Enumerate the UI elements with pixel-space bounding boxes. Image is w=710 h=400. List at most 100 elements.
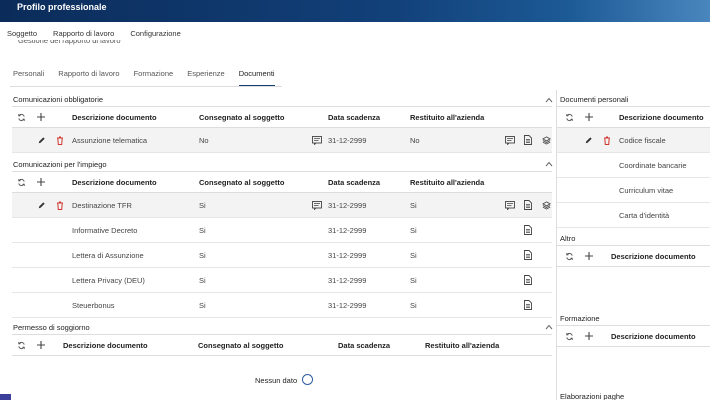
cell-consegnato: Si <box>199 276 206 285</box>
cell-consegnato: Si <box>199 201 206 210</box>
col-scadenza: Data scadenza <box>328 113 381 122</box>
table-row[interactable]: Lettera di Assunzione Si 31-12-2999 Si <box>12 243 552 268</box>
cell-descrizione: Lettera Privacy (DEU) <box>72 276 145 285</box>
cell-consegnato: Si <box>199 251 206 260</box>
table-row[interactable]: Lettera Privacy (DEU) Si 31-12-2999 Si <box>12 268 552 293</box>
collapse-obbligatorie-icon[interactable] <box>545 96 553 104</box>
list-item[interactable]: Carta d'identità <box>557 203 710 228</box>
section-title-soggiorno: Permesso di soggiorno <box>13 323 90 332</box>
cell-scadenza: 31-12-2999 <box>328 301 367 310</box>
cell-descrizione: Informative Decreto <box>72 226 138 235</box>
refresh-icon[interactable] <box>565 252 574 261</box>
cell-descrizione: Codice fiscale <box>619 136 666 145</box>
add-icon[interactable] <box>36 112 46 122</box>
menu-configurazione[interactable]: Configurazione <box>130 29 180 38</box>
cell-scadenza: 31-12-2999 <box>328 276 367 285</box>
col-scadenza: Data scadenza <box>338 341 391 350</box>
collapse-soggiorno-icon[interactable] <box>545 323 553 331</box>
col-scadenza: Data scadenza <box>328 178 381 187</box>
menu-soggetto[interactable]: Soggetto <box>7 29 37 38</box>
note-icon[interactable] <box>312 136 322 145</box>
cell-restituito: Si <box>410 226 417 235</box>
refresh-icon[interactable] <box>17 113 26 122</box>
col-descrizione: Descrizione documento <box>63 341 148 350</box>
menu-rapporto-di-lavoro[interactable]: Rapporto di lavoro <box>53 29 114 38</box>
document-icon[interactable] <box>524 225 532 235</box>
table-header: Descrizione documento Consegnato al sogg… <box>12 171 552 193</box>
right-panel: Documenti personali Descrizione document… <box>556 90 710 400</box>
note-icon[interactable] <box>505 201 515 210</box>
cell-restituito: Si <box>410 276 417 285</box>
refresh-icon[interactable] <box>17 341 26 350</box>
refresh-icon[interactable] <box>17 178 26 187</box>
table-row[interactable]: Destinazione TFR Si 31-12-2999 Si <box>12 193 552 218</box>
col-descrizione: Descrizione documento <box>72 113 157 122</box>
document-icon[interactable] <box>524 300 532 310</box>
col-descrizione: Descrizione documento <box>619 113 704 122</box>
col-consegnato: Consegnato al soggetto <box>199 113 285 122</box>
list-item[interactable]: Curriculum vitae <box>557 178 710 203</box>
app-title: Profilo professionale <box>17 2 107 12</box>
table-header: Descrizione documento Consegnato al sogg… <box>12 106 552 128</box>
cell-descrizione: Curriculum vitae <box>619 186 674 195</box>
col-descrizione: Descrizione documento <box>72 178 157 187</box>
cell-restituito: No <box>410 136 420 145</box>
cell-consegnato: Si <box>199 301 206 310</box>
table-header: Descrizione documento <box>557 325 710 347</box>
section-heading-partial: Gestione del rapporto di lavoro <box>18 40 121 45</box>
cell-consegnato: Si <box>199 226 206 235</box>
document-icon[interactable] <box>524 200 532 210</box>
list-item[interactable]: Codice fiscale <box>557 128 710 153</box>
refresh-icon[interactable] <box>565 113 574 122</box>
col-descrizione: Descrizione documento <box>611 252 696 261</box>
collapse-impiego-icon[interactable] <box>545 160 553 168</box>
note-icon[interactable] <box>312 201 322 210</box>
add-icon[interactable] <box>36 177 46 187</box>
document-icon[interactable] <box>524 250 532 260</box>
section-title-formazione: Formazione <box>560 314 600 323</box>
section-title-impiego: Comunicazioni per l'impiego <box>13 160 107 169</box>
layers-icon[interactable] <box>542 201 551 210</box>
delete-icon[interactable] <box>56 136 64 145</box>
tab-esperienze[interactable]: Esperienze <box>187 64 225 86</box>
empty-state-text: Nessun dato <box>255 376 298 385</box>
table-obbligatorie: Descrizione documento Consegnato al sogg… <box>12 106 552 153</box>
table-row[interactable]: Informative Decreto Si 31-12-2999 Si <box>12 218 552 243</box>
table-row[interactable]: Steuerbonus Si 31-12-2999 Si <box>12 293 552 318</box>
note-icon[interactable] <box>505 136 515 145</box>
table-row[interactable]: Assunzione telematica No 31-12-2999 No <box>12 128 552 153</box>
col-restituito: Restituito all'azienda <box>410 178 485 187</box>
title-bar: Profilo professionale <box>0 0 710 22</box>
tab-formazione[interactable]: Formazione <box>134 64 174 86</box>
cell-consegnato: No <box>199 136 209 145</box>
edit-icon[interactable] <box>37 201 46 210</box>
add-icon[interactable] <box>36 340 46 350</box>
subtabs: Personali Rapporto di lavoro Formazione … <box>0 64 276 86</box>
cell-descrizione: Carta d'identità <box>619 211 670 220</box>
add-icon[interactable] <box>584 251 594 261</box>
delete-icon[interactable] <box>603 136 611 145</box>
tab-personali[interactable]: Personali <box>13 64 44 86</box>
tab-documenti[interactable]: Documenti <box>238 64 275 86</box>
cell-descrizione: Assunzione telematica <box>72 136 148 145</box>
tab-divider <box>10 86 282 87</box>
cell-scadenza: 31-12-2999 <box>328 201 367 210</box>
tab-rapporto-di-lavoro[interactable]: Rapporto di lavoro <box>58 64 119 86</box>
document-icon[interactable] <box>524 275 532 285</box>
layers-icon[interactable] <box>542 136 551 145</box>
document-icon[interactable] <box>524 135 532 145</box>
refresh-icon[interactable] <box>565 332 574 341</box>
delete-icon[interactable] <box>56 201 64 210</box>
cell-descrizione: Destinazione TFR <box>72 201 132 210</box>
table-header: Descrizione documento Consegnato al sogg… <box>12 334 552 356</box>
edit-icon[interactable] <box>584 136 593 145</box>
add-icon[interactable] <box>584 331 594 341</box>
list-item[interactable]: Coordinate bancarie <box>557 153 710 178</box>
section-title-altro: Altro <box>560 234 576 243</box>
add-icon[interactable] <box>584 112 594 122</box>
section-title-documenti-personali: Documenti personali <box>560 95 629 104</box>
cell-descrizione: Steuerbonus <box>72 301 115 310</box>
edit-icon[interactable] <box>37 136 46 145</box>
cell-descrizione: Lettera di Assunzione <box>72 251 144 260</box>
cell-restituito: Si <box>410 201 417 210</box>
